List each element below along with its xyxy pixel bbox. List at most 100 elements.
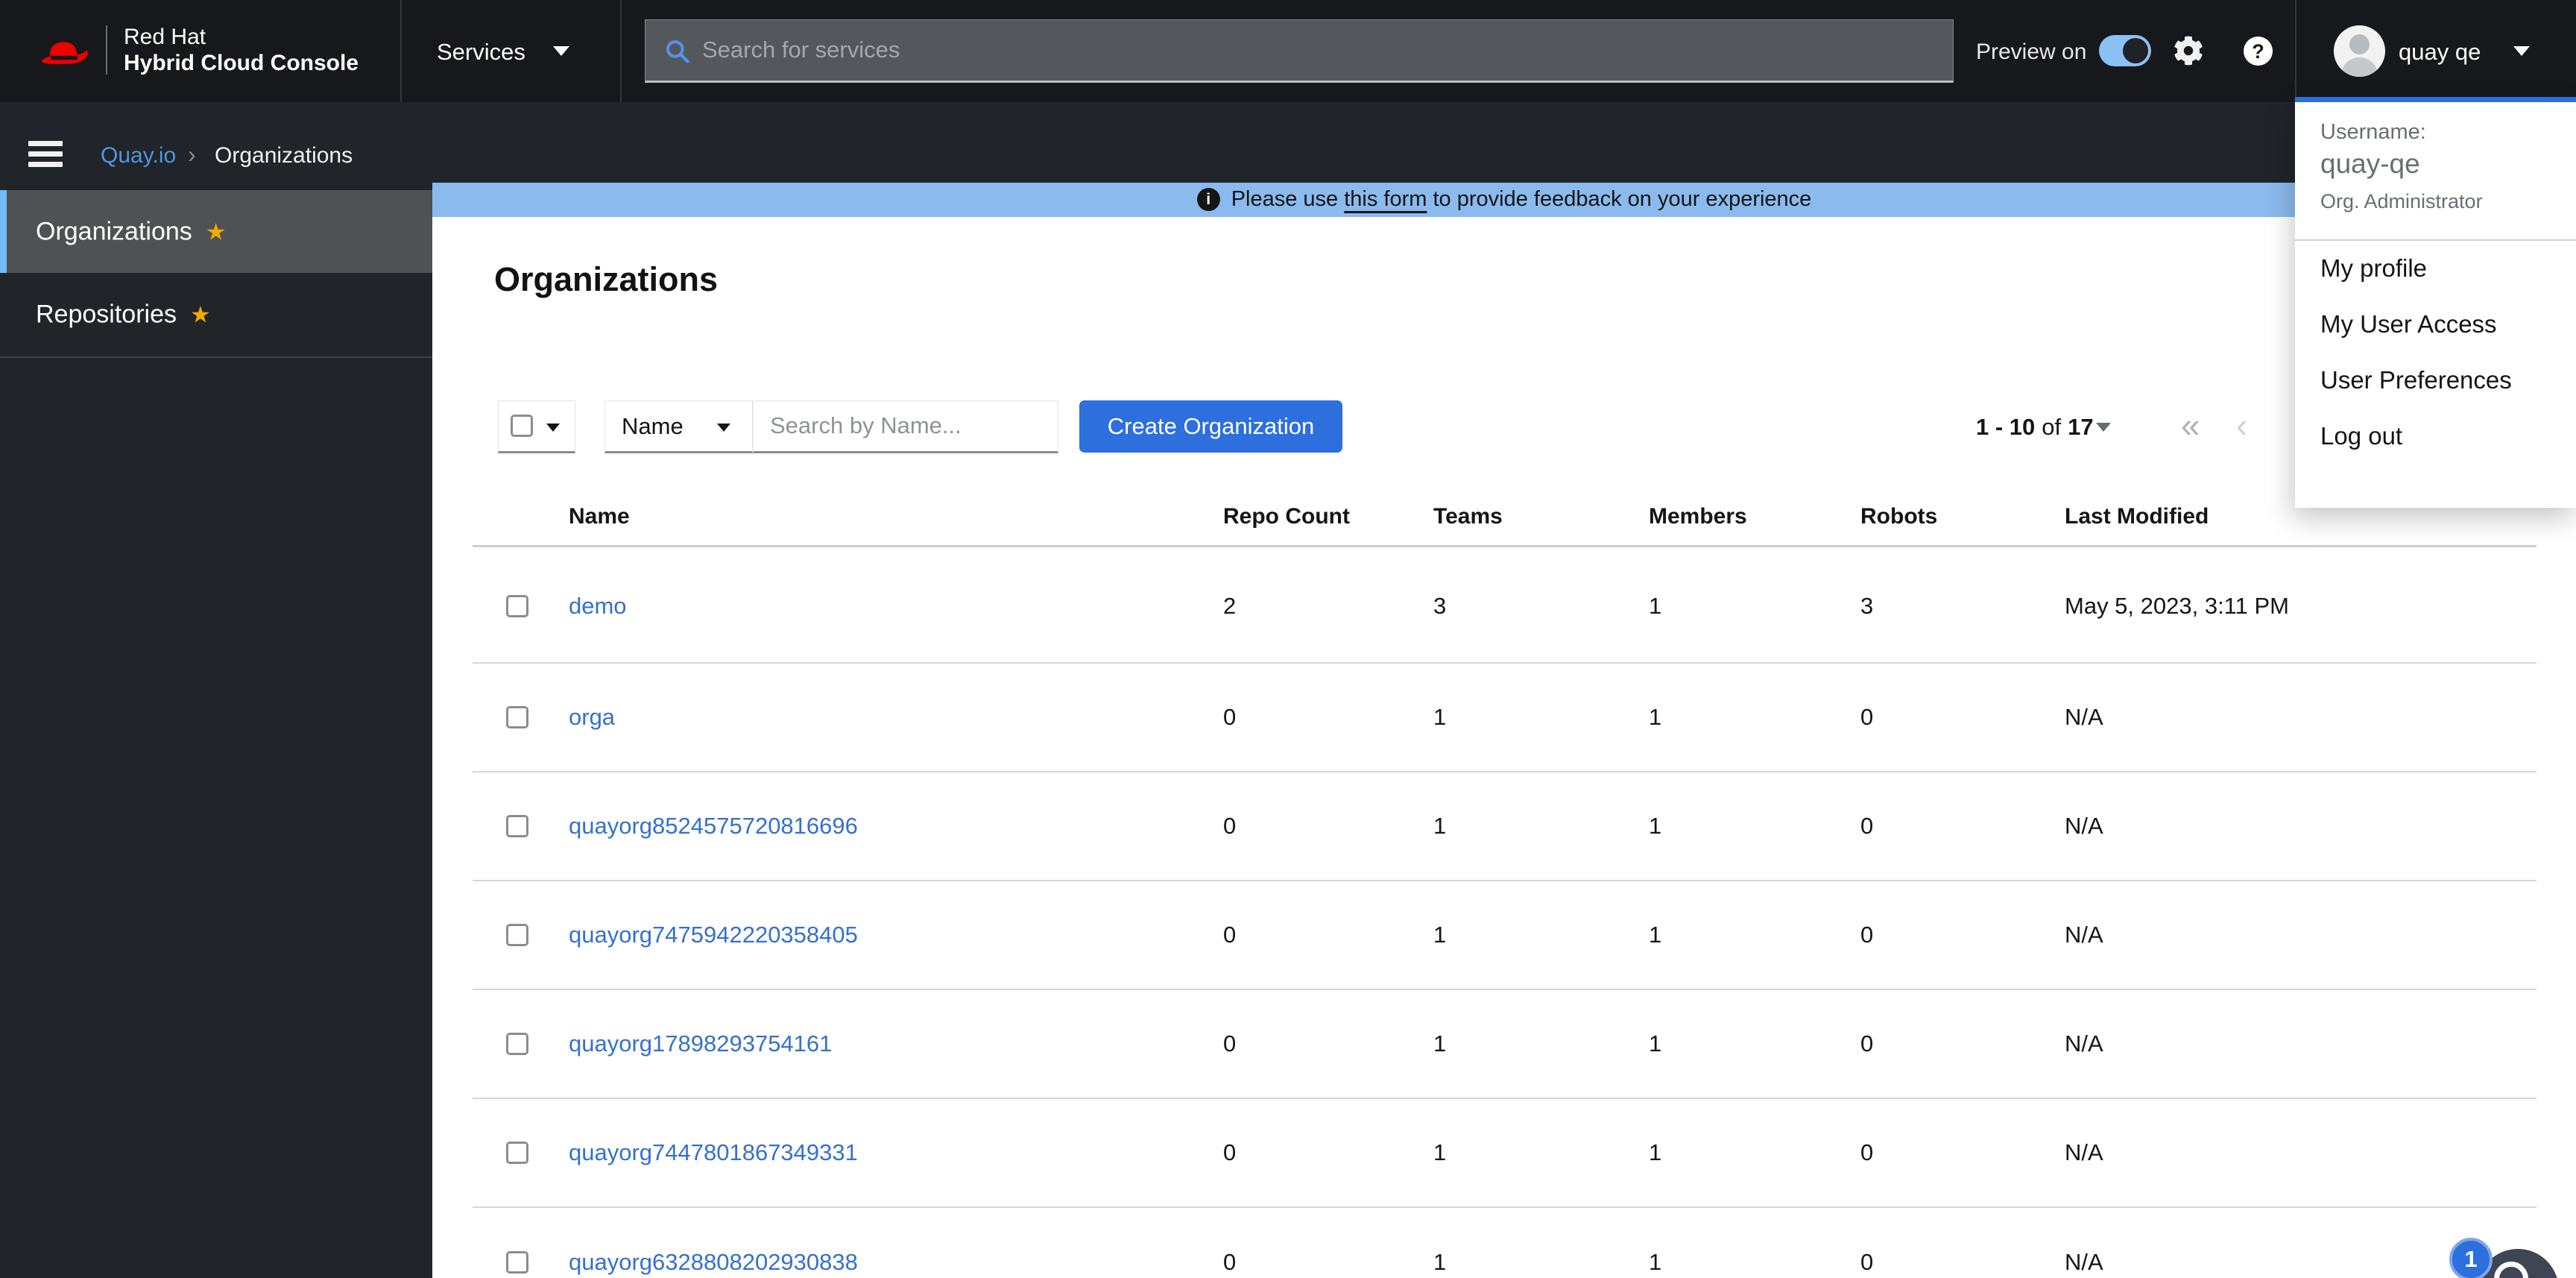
masthead: Red Hat Hybrid Cloud Console Services Pr… <box>0 0 2576 102</box>
table-row: orga 0 1 1 0 N/A <box>473 664 2536 772</box>
menu-item-log-out[interactable]: Log out <box>2295 410 2576 462</box>
teams-cell: 1 <box>1433 922 1446 948</box>
breadcrumb-current: Organizations <box>215 143 353 169</box>
members-cell: 1 <box>1649 813 1661 840</box>
settings-gear-icon[interactable] <box>2174 36 2203 66</box>
members-cell: 1 <box>1649 1249 1661 1276</box>
row-checkbox[interactable] <box>506 595 528 617</box>
breadcrumb-quayio-link[interactable]: Quay.io <box>101 143 176 169</box>
services-menu-button[interactable]: Services <box>437 39 525 66</box>
sidebar-nav: Organizations★ Repositories ★ <box>0 183 432 1278</box>
chevron-down-icon <box>2096 423 2111 432</box>
table-header-row: Name Repo Count Teams Members Robots Las… <box>473 488 2536 547</box>
org-name-link[interactable]: quayorg7447801867349331 <box>569 1139 858 1166</box>
filter-column-dropdown[interactable]: Name <box>604 400 753 453</box>
members-cell: 1 <box>1649 593 1661 620</box>
members-cell: 1 <box>1649 1139 1661 1166</box>
preview-label: Preview on <box>1976 40 2086 65</box>
favorite-star-icon[interactable]: ★ <box>206 218 227 245</box>
hamburger-menu-icon[interactable] <box>28 141 63 168</box>
org-name-link[interactable]: quayorg7475942220358405 <box>569 922 858 948</box>
sidebar-item-repositories[interactable]: Repositories ★ <box>0 273 432 356</box>
robots-cell: 0 <box>1860 1030 1873 1057</box>
column-header-repo-count: Repo Count <box>1223 504 1350 529</box>
pagination-of: of <box>2035 414 2068 440</box>
bulk-select-checkbox[interactable] <box>511 415 533 437</box>
last-modified-cell: N/A <box>2065 1249 2103 1276</box>
robots-cell: 0 <box>1860 922 1873 948</box>
pagination-total: 17 <box>2068 414 2093 440</box>
org-name-link[interactable]: quayorg8524575720816696 <box>569 813 858 840</box>
brand-line1: Red Hat <box>124 24 359 50</box>
avatar-head <box>2349 34 2370 54</box>
sidebar-divider <box>0 356 432 358</box>
toggle-knob <box>2123 38 2148 63</box>
screen: Red Hat Hybrid Cloud Console Services Pr… <box>0 0 2576 1278</box>
pagination-first-page-button[interactable]: « <box>2181 400 2196 453</box>
table-search-input[interactable] <box>754 401 1058 450</box>
org-name-link[interactable]: quayorg17898293754161 <box>569 1030 832 1057</box>
robots-cell: 3 <box>1860 593 1873 620</box>
row-checkbox[interactable] <box>506 1251 528 1274</box>
table-row: quayorg17898293754161 0 1 1 0 N/A <box>473 990 2536 1099</box>
masthead-divider <box>2295 0 2296 102</box>
table-row: quayorg8524575720816696 0 1 1 0 N/A <box>473 772 2536 881</box>
pagination-summary[interactable]: 1 - 10of17 <box>1976 400 2094 453</box>
last-modified-cell: N/A <box>2065 1030 2103 1057</box>
create-organization-button[interactable]: Create Organization <box>1079 400 1342 453</box>
global-search <box>645 19 1954 83</box>
teams-cell: 1 <box>1433 1030 1446 1057</box>
user-menu-toggle[interactable]: quay qe <box>2399 39 2481 66</box>
pagination-prev-page-button[interactable]: ‹ <box>2236 400 2247 453</box>
menu-item-my-profile[interactable]: My profile <box>2295 242 2576 295</box>
repo-count-cell: 0 <box>1223 922 1236 948</box>
username-value: quay-qe <box>2320 148 2420 180</box>
brand-title: Red Hat Hybrid Cloud Console <box>124 24 359 76</box>
breadcrumb-bar: Quay.io › Organizations <box>0 102 2576 183</box>
sidebar-item-label: Repositories <box>36 300 177 329</box>
chat-icon <box>2494 1262 2528 1278</box>
favorite-star-icon[interactable]: ★ <box>190 302 211 328</box>
chevron-down-icon <box>553 46 569 56</box>
brand-line2: Hybrid Cloud Console <box>124 50 359 76</box>
menu-item-my-user-access[interactable]: My User Access <box>2295 298 2576 350</box>
column-header-last-modified: Last Modified <box>2065 504 2209 529</box>
bulk-select-dropdown[interactable] <box>498 400 575 453</box>
breadcrumb-separator-icon: › <box>188 141 196 169</box>
chat-notification-badge: 1 <box>2449 1238 2493 1278</box>
filter-column-label: Name <box>622 413 684 440</box>
teams-cell: 1 <box>1433 1139 1446 1166</box>
menu-item-user-preferences[interactable]: User Preferences <box>2295 354 2576 406</box>
redhat-logo-icon[interactable] <box>33 27 94 75</box>
org-name-link[interactable]: orga <box>569 704 615 731</box>
repo-count-cell: 0 <box>1223 704 1236 731</box>
help-icon[interactable]: ? <box>2244 37 2273 66</box>
search-icon <box>663 37 692 66</box>
robots-cell: 0 <box>1860 1249 1873 1276</box>
robots-cell: 0 <box>1860 704 1873 731</box>
members-cell: 1 <box>1649 704 1661 731</box>
menu-divider <box>2295 239 2576 241</box>
user-role: Org. Administrator <box>2320 190 2483 213</box>
chevron-down-icon <box>546 424 560 432</box>
table-row: quayorg7447801867349331 0 1 1 0 N/A <box>473 1099 2536 1208</box>
avatar[interactable] <box>2334 25 2385 77</box>
last-modified-cell: N/A <box>2065 922 2103 948</box>
preview-toggle[interactable] <box>2099 35 2151 66</box>
row-checkbox[interactable] <box>506 706 528 728</box>
feedback-form-link[interactable]: this form <box>1344 187 1427 211</box>
sidebar-item-organizations[interactable]: Organizations★ <box>0 190 432 273</box>
row-checkbox[interactable] <box>506 924 528 946</box>
last-modified-cell: May 5, 2023, 3:11 PM <box>2065 593 2289 620</box>
repo-count-cell: 0 <box>1223 1249 1236 1276</box>
row-checkbox[interactable] <box>506 815 528 837</box>
last-modified-cell: N/A <box>2065 1139 2103 1166</box>
repo-count-cell: 2 <box>1223 593 1236 620</box>
org-name-link[interactable]: demo <box>569 593 627 620</box>
last-modified-cell: N/A <box>2065 813 2103 840</box>
org-name-link[interactable]: quayorg6328808202930838 <box>569 1249 858 1276</box>
logo-divider <box>106 25 107 75</box>
row-checkbox[interactable] <box>506 1142 528 1164</box>
global-search-input[interactable] <box>702 20 1925 80</box>
row-checkbox[interactable] <box>506 1033 528 1055</box>
